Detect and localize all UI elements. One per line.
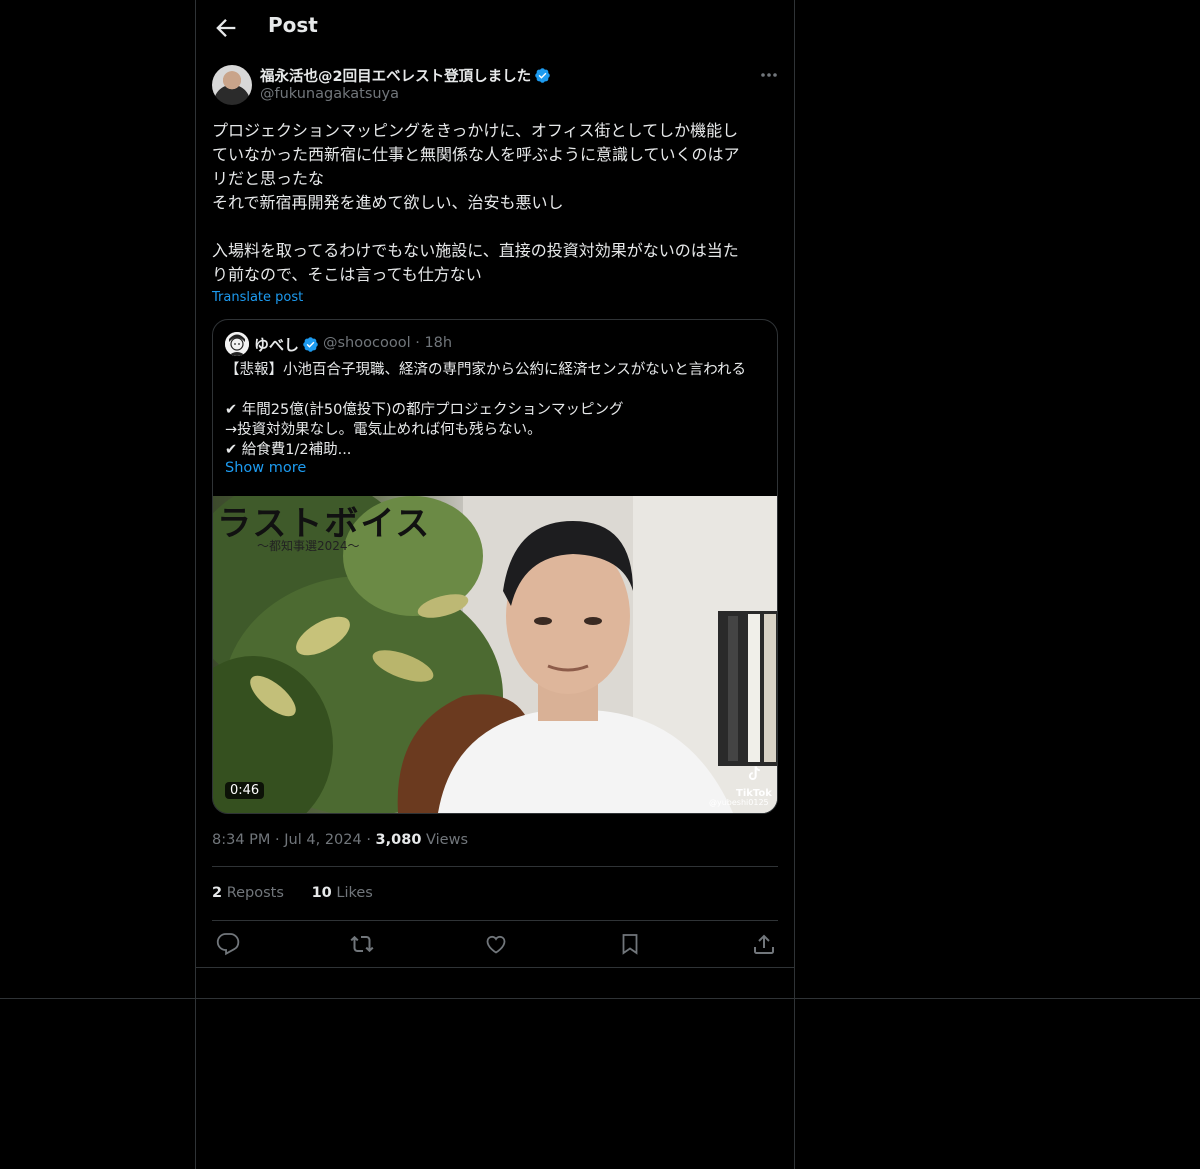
likes-count: 10: [311, 885, 332, 901]
post-meta: 8:34 PM · Jul 4, 2024 · 3,080 Views: [212, 832, 468, 848]
quote-author-name-row: ゆべし: [254, 334, 319, 355]
video-player[interactable]: ラストボイス 〜都知事選2024〜 TikTok @yubeshi0125 0:…: [213, 496, 777, 813]
post-text: プロジェクションマッピングをきっかけに、オフィス街としてしか機能し ていなかった…: [212, 121, 740, 284]
verified-badge-icon: [535, 68, 550, 83]
divider: [212, 866, 778, 867]
video-overlay-subtitle: 〜都知事選2024〜: [257, 539, 360, 553]
more-horizontal-icon[interactable]: [756, 64, 782, 86]
views-count: 3,080: [375, 832, 422, 848]
divider: [196, 967, 794, 968]
divider: [212, 920, 778, 921]
quote-author-avatar: [225, 332, 249, 356]
page-title: Post: [268, 13, 318, 37]
reposts-count: 2: [212, 885, 223, 901]
arrow-left-icon[interactable]: [212, 14, 240, 42]
likes-stat[interactable]: 10 Likes: [312, 885, 373, 901]
show-more-link[interactable]: Show more: [225, 460, 306, 476]
reply-icon[interactable]: [216, 932, 240, 956]
tiktok-icon: [748, 766, 761, 780]
dot-separator: ·: [366, 832, 376, 848]
page-header: Post: [196, 0, 794, 54]
repost-icon[interactable]: [350, 932, 374, 956]
quoted-post[interactable]: ゆべし @shoocoool · 18h 【悲報】小池百合子現職、経済の専門家か…: [212, 319, 778, 814]
reposts-stat[interactable]: 2 Reposts: [212, 885, 284, 901]
bookmark-icon[interactable]: [618, 932, 642, 956]
quote-author-meta: @shoocoool · 18h: [323, 335, 452, 351]
quote-avatar-face-icon: [225, 332, 249, 356]
likes-label: Likes: [336, 885, 373, 901]
video-duration: 0:46: [225, 782, 265, 799]
author-name[interactable]: 福永活也@2回目エベレスト登頂しました: [260, 69, 531, 85]
share-icon[interactable]: [752, 932, 776, 956]
tiktok-user: @yubeshi0125: [709, 798, 769, 807]
quote-author-handle: @shoocoool: [323, 335, 411, 351]
post-column: Post 福永活也@2回目エベレスト登頂しました @fukunagakatsuy…: [195, 0, 795, 1169]
post-stats: 2 Reposts 10 Likes: [212, 885, 373, 901]
author-handle[interactable]: @fukunagakatsuya: [260, 86, 399, 102]
quote-text: 【悲報】小池百合子現職、経済の専門家から公約に経済センスがないと言われる ✔ 年…: [225, 362, 746, 458]
post-time[interactable]: 8:34 PM: [212, 832, 270, 848]
post-date[interactable]: Jul 4, 2024: [284, 832, 361, 848]
translate-post-link[interactable]: Translate post: [212, 290, 303, 305]
quote-author-name: ゆべし: [254, 336, 300, 354]
heart-icon[interactable]: [484, 932, 508, 956]
verified-badge-icon: [303, 337, 318, 352]
dot-separator: ·: [275, 832, 285, 848]
tiktok-watermark: TikTok: [735, 764, 773, 799]
author-name-row[interactable]: 福永活也@2回目エベレスト登頂しました: [260, 65, 551, 86]
views-label: Views: [426, 832, 468, 848]
author-avatar[interactable]: [212, 65, 252, 105]
quote-age: 18h: [424, 335, 453, 351]
reposts-label: Reposts: [226, 885, 284, 901]
